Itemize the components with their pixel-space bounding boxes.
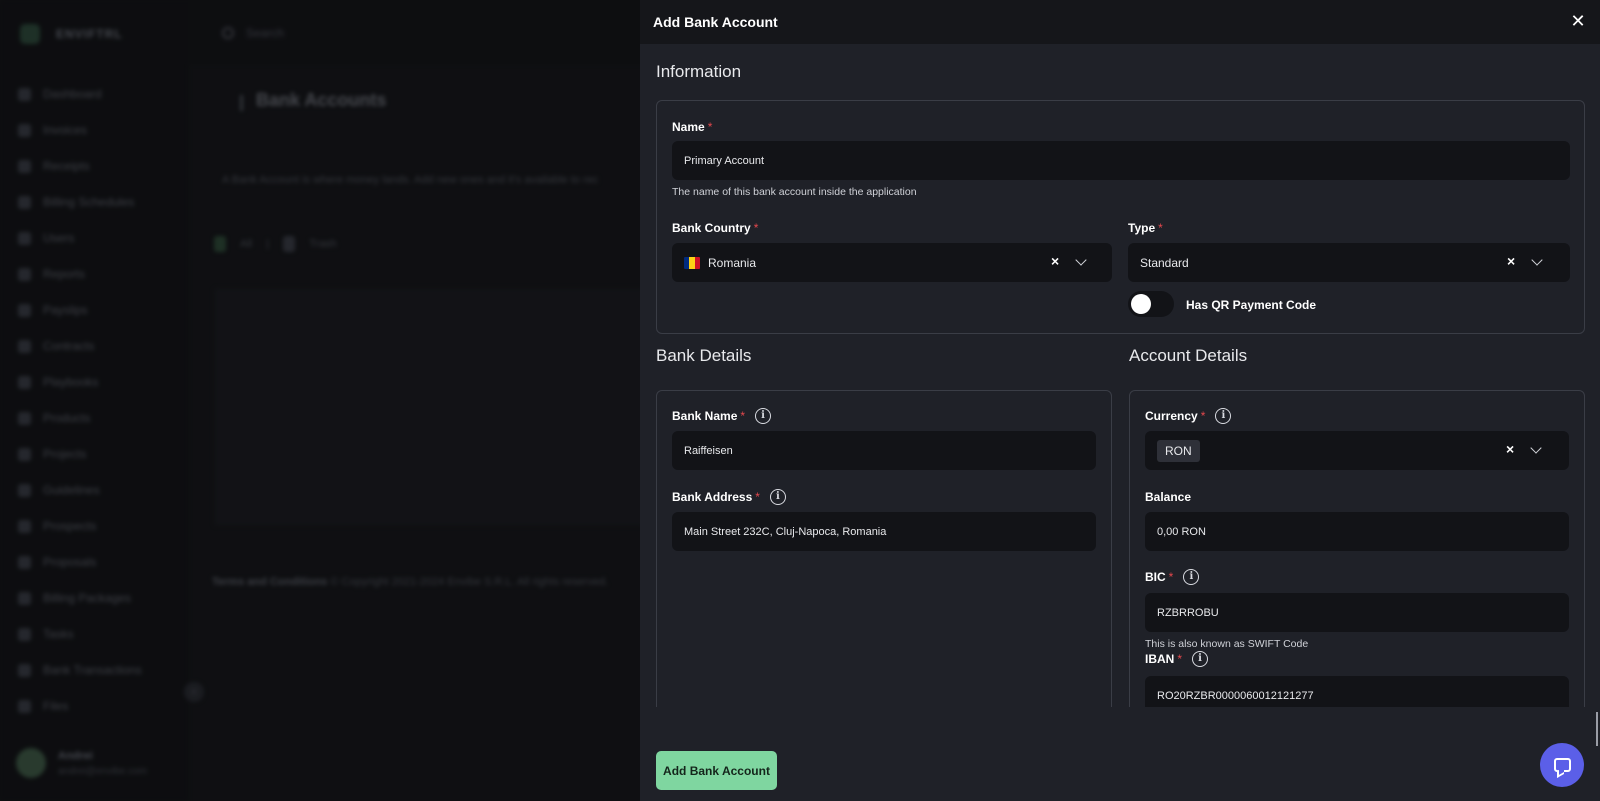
name-label: Name * [672,120,712,134]
bank-country-label-text: Bank Country [672,221,751,235]
information-section-title: Information [656,62,742,81]
type-label: Type * [1128,221,1163,235]
chevron-down-icon[interactable] [1530,442,1542,454]
required-mark: * [1200,409,1206,423]
account-details-section-title: Account Details [1129,346,1248,365]
bank-address-field[interactable] [672,512,1096,551]
required-mark: * [740,409,746,423]
name-field[interactable] [672,141,1570,180]
iban-input[interactable] [1157,689,1569,702]
chevron-down-icon[interactable] [1075,254,1087,266]
iban-label: IBAN * i [1145,651,1209,667]
qr-payment-label: Has QR Payment Code [1186,298,1317,312]
bank-country-value: Romania [684,256,756,270]
close-icon[interactable]: ✕ [1566,10,1590,34]
toggle-knob [1131,294,1151,314]
info-icon[interactable]: i [1183,569,1200,585]
currency-label: Currency * i [1145,408,1232,424]
info-icon[interactable]: i [1192,651,1209,667]
required-mark: * [753,221,759,235]
required-mark: * [1158,221,1163,235]
info-icon[interactable]: i [1215,408,1232,424]
bank-country-text: Romania [708,255,757,270]
bank-name-label-text: Bank Name [672,409,738,423]
bic-field[interactable] [1145,593,1569,632]
required-mark: * [707,120,713,134]
modal-header: Add Bank Account ✕ [640,0,1600,44]
iban-label-text: IBAN [1145,652,1175,666]
bic-help-text: This is also known as SWIFT Code [1145,638,1309,650]
modal-overlay[interactable] [0,0,640,801]
type-select[interactable]: Standard × [1128,243,1570,282]
information-card: Name* The name of this bank account insi… [656,100,1585,334]
info-icon[interactable]: i [755,408,772,424]
qr-payment-toggle[interactable] [1128,291,1174,317]
bank-name-field[interactable] [672,431,1096,470]
clear-icon[interactable]: × [1051,253,1059,269]
bic-label: BIC * i [1145,569,1200,585]
modal-footer: Add Bank Account [640,728,1600,801]
bank-country-label: Bank Country * [672,221,758,235]
add-bank-account-button[interactable]: Add Bank Account [656,751,777,790]
info-icon[interactable]: i [769,489,786,505]
balance-field[interactable] [1145,512,1569,551]
account-details-card: Currency* i RON × Balance BIC* i This is… [1129,390,1585,732]
bic-input[interactable] [1157,606,1569,619]
scrollbar[interactable] [1596,712,1598,746]
balance-input[interactable] [1157,525,1569,538]
bank-details-section-title: Bank Details [656,346,752,365]
name-input[interactable] [684,154,1570,167]
bank-address-label-text: Bank Address [672,490,753,504]
required-mark: * [1168,570,1174,584]
balance-label-text: Balance [1145,490,1192,504]
clear-icon[interactable]: × [1506,441,1514,457]
chat-button[interactable] [1540,743,1584,787]
bank-name-label: Bank Name * i [672,408,772,424]
balance-label: Balance [1145,490,1191,504]
bank-address-label: Bank Address * i [672,489,786,505]
scroll-mask [640,707,1600,728]
bank-address-input[interactable] [684,525,1096,538]
type-text: Standard [1140,255,1189,270]
bic-label-text: BIC [1145,570,1166,584]
required-mark: * [755,490,760,504]
name-help-text: The name of this bank account inside the… [672,186,917,198]
currency-label-text: Currency [1145,409,1198,423]
add-bank-account-modal: Add Bank Account ✕ Information Name* The… [640,0,1600,801]
currency-select[interactable]: RON × [1145,431,1569,470]
name-label-text: Name [672,120,705,134]
type-value: Standard [1140,256,1189,270]
required-mark: * [1177,652,1183,666]
clear-icon[interactable]: × [1507,253,1515,269]
modal-title: Add Bank Account [653,14,778,30]
currency-chip: RON [1157,439,1200,462]
chevron-down-icon[interactable] [1531,254,1543,266]
bank-country-select[interactable]: Romania × [672,243,1112,282]
bank-details-card: Bank Name* i Bank Address* i [656,390,1112,732]
bank-name-input[interactable] [684,444,1096,457]
chat-icon [1553,758,1571,772]
romania-flag-icon [684,256,700,269]
type-label-text: Type [1128,221,1156,235]
